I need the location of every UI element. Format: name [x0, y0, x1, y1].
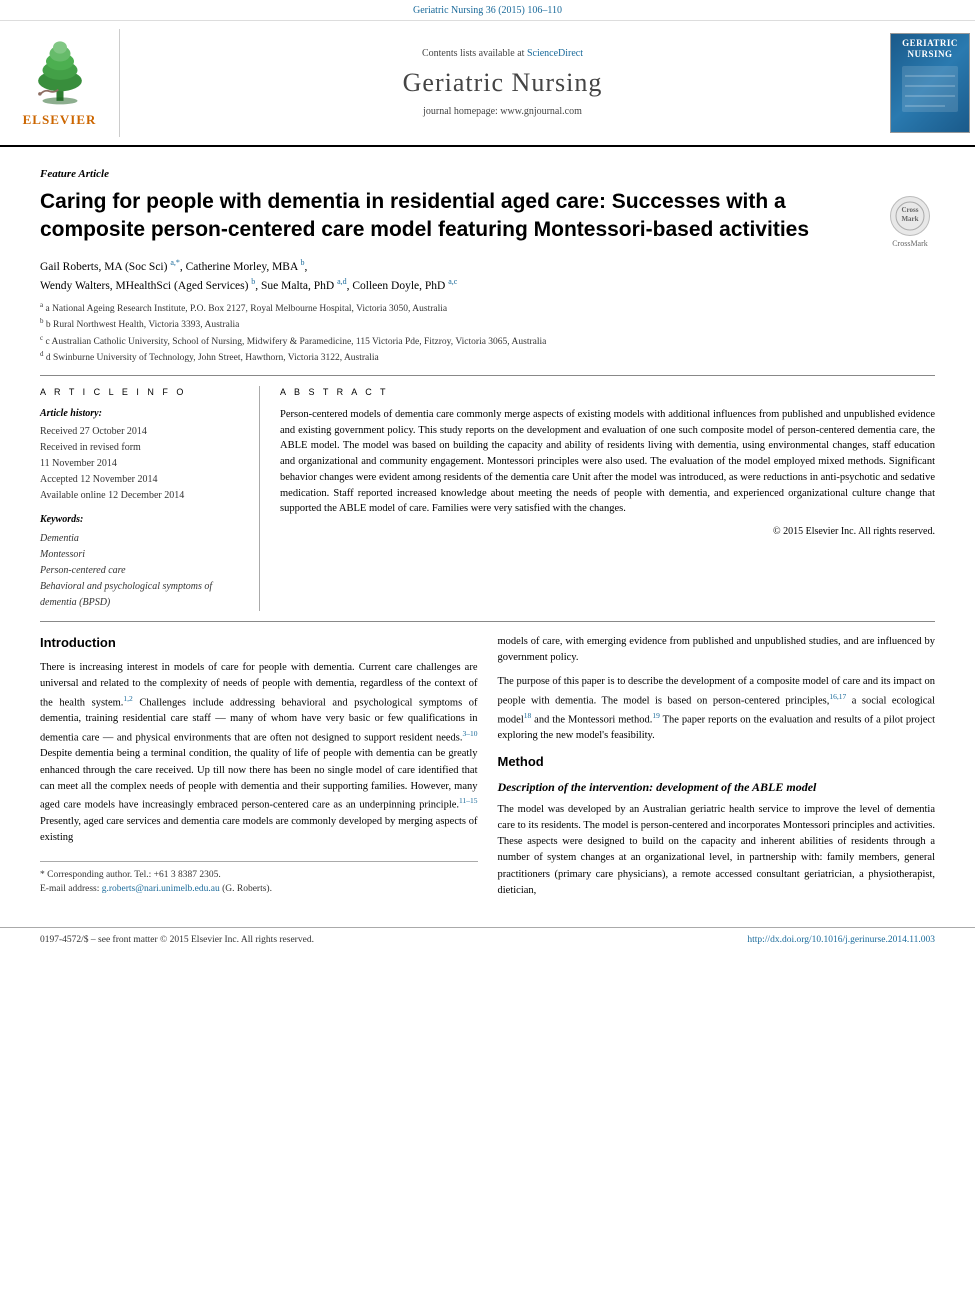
affiliation-a-text: a National Ageing Research Institute, P.…: [45, 304, 447, 314]
keywords-label: Keywords:: [40, 513, 245, 527]
elsevier-brand: ELSEVIER: [23, 111, 97, 129]
received-date: Received 27 October 2014: [40, 425, 245, 439]
affiliation-c: c c Australian Catholic University, Scho…: [40, 333, 935, 349]
affiliations: a a National Ageing Research Institute, …: [40, 300, 935, 366]
contents-line: Contents lists available at ScienceDirec…: [422, 47, 583, 61]
author-gail: Gail Roberts, MA (Soc Sci) a,*, Catherin…: [40, 261, 307, 273]
cover-image: GERIATRICNURSING: [890, 33, 970, 133]
method-heading: Method: [498, 753, 936, 771]
doi-link[interactable]: http://dx.doi.org/10.1016/j.gerinurse.20…: [747, 934, 935, 947]
footnote-section: * Corresponding author. Tel.: +61 3 8387…: [40, 861, 478, 897]
journal-cover: GERIATRICNURSING: [885, 29, 975, 137]
keywords-list: Dementia Montessori Person-centered care…: [40, 531, 245, 611]
issn-text: 0197-4572/$ – see front matter © 2015 El…: [40, 934, 314, 947]
received-revised-date: 11 November 2014: [40, 457, 245, 471]
email-suffix: (G. Roberts).: [222, 884, 272, 894]
journal-homepage: journal homepage: www.gnjournal.com: [423, 105, 582, 119]
journal-center: Contents lists available at ScienceDirec…: [120, 29, 885, 137]
keyword-4: Behavioral and psychological symptoms of…: [40, 579, 245, 611]
article-info-label: A R T I C L E I N F O: [40, 386, 245, 399]
keyword-3: Person-centered care: [40, 563, 245, 579]
cover-title-text: GERIATRICNURSING: [902, 38, 958, 60]
article-title: Caring for people with dementia in resid…: [40, 188, 885, 243]
body-content: Introduction There is increasing interes…: [40, 634, 935, 907]
citation-text: Geriatric Nursing 36 (2015) 106–110: [413, 5, 562, 16]
body-left-col: Introduction There is increasing interes…: [40, 634, 478, 907]
crossmark[interactable]: Cross Mark CrossMark: [885, 188, 935, 249]
crossmark-label: CrossMark: [892, 238, 928, 249]
abstract-text: Person-centered models of dementia care …: [280, 407, 935, 517]
journal-header: ELSEVIER Contents lists available at Sci…: [0, 21, 975, 147]
main-content: Feature Article Caring for people with d…: [0, 147, 975, 917]
svg-text:Cross: Cross: [902, 206, 919, 214]
abstract-label: A B S T R A C T: [280, 386, 935, 399]
footnote-corresponding: * Corresponding author. Tel.: +61 3 8387…: [40, 868, 478, 882]
sciencedirect-link[interactable]: ScienceDirect: [527, 48, 583, 59]
email-label: E-mail address:: [40, 884, 99, 894]
affiliation-d: d d Swinburne University of Technology, …: [40, 349, 935, 365]
crossmark-icon: Cross Mark: [890, 196, 930, 236]
affiliation-b: b b Rural Northwest Health, Victoria 339…: [40, 316, 935, 332]
affiliation-b-text: b Rural Northwest Health, Victoria 3393,…: [46, 320, 239, 330]
contents-text: Contents lists available at: [422, 48, 524, 59]
available-date: Available online 12 December 2014: [40, 489, 245, 503]
copyright-line: © 2015 Elsevier Inc. All rights reserved…: [280, 525, 935, 539]
introduction-heading: Introduction: [40, 634, 478, 652]
footnote-email: E-mail address: g.roberts@nari.unimelb.e…: [40, 882, 478, 896]
journal-citation: Geriatric Nursing 36 (2015) 106–110: [0, 0, 975, 21]
keyword-2: Montessori: [40, 547, 245, 563]
elsevier-logo: ELSEVIER: [0, 29, 120, 137]
accepted-date: Accepted 12 November 2014: [40, 473, 245, 487]
crossmark-svg: Cross Mark: [895, 201, 925, 231]
affiliation-a: a a National Ageing Research Institute, …: [40, 300, 935, 316]
svg-text:Mark: Mark: [901, 215, 918, 223]
article-info-col: A R T I C L E I N F O Article history: R…: [40, 386, 260, 611]
article-history-label: Article history:: [40, 407, 245, 421]
title-section: Caring for people with dementia in resid…: [40, 188, 935, 249]
authors: Gail Roberts, MA (Soc Sci) a,*, Catherin…: [40, 258, 935, 296]
body-right-col: models of care, with emerging evidence f…: [498, 634, 936, 907]
introduction-para1: There is increasing interest in models o…: [40, 660, 478, 846]
bottom-bar: 0197-4572/$ – see front matter © 2015 El…: [0, 927, 975, 953]
right-para2: The purpose of this paper is to describe…: [498, 674, 936, 744]
method-para: The model was developed by an Australian…: [498, 802, 936, 900]
abstract-col: A B S T R A C T Person-centered models o…: [280, 386, 935, 611]
feature-article-label: Feature Article: [40, 167, 935, 182]
affiliation-c-text: c Australian Catholic University, School…: [45, 337, 546, 347]
right-para1: models of care, with emerging evidence f…: [498, 634, 936, 667]
journal-title: Geriatric Nursing: [403, 65, 603, 101]
info-abstract-section: A R T I C L E I N F O Article history: R…: [40, 375, 935, 622]
email-address[interactable]: g.roberts@nari.unimelb.edu.au: [102, 884, 220, 894]
elsevier-tree-icon: [25, 37, 95, 107]
received-revised-label: Received in revised form: [40, 441, 245, 455]
keyword-1: Dementia: [40, 531, 245, 547]
cover-illustration: [900, 64, 960, 114]
affiliation-d-text: d Swinburne University of Technology, Jo…: [46, 353, 379, 363]
author-wendy: Wendy Walters, MHealthSci (Aged Services…: [40, 280, 457, 292]
method-sub-heading: Description of the intervention: develop…: [498, 779, 936, 796]
